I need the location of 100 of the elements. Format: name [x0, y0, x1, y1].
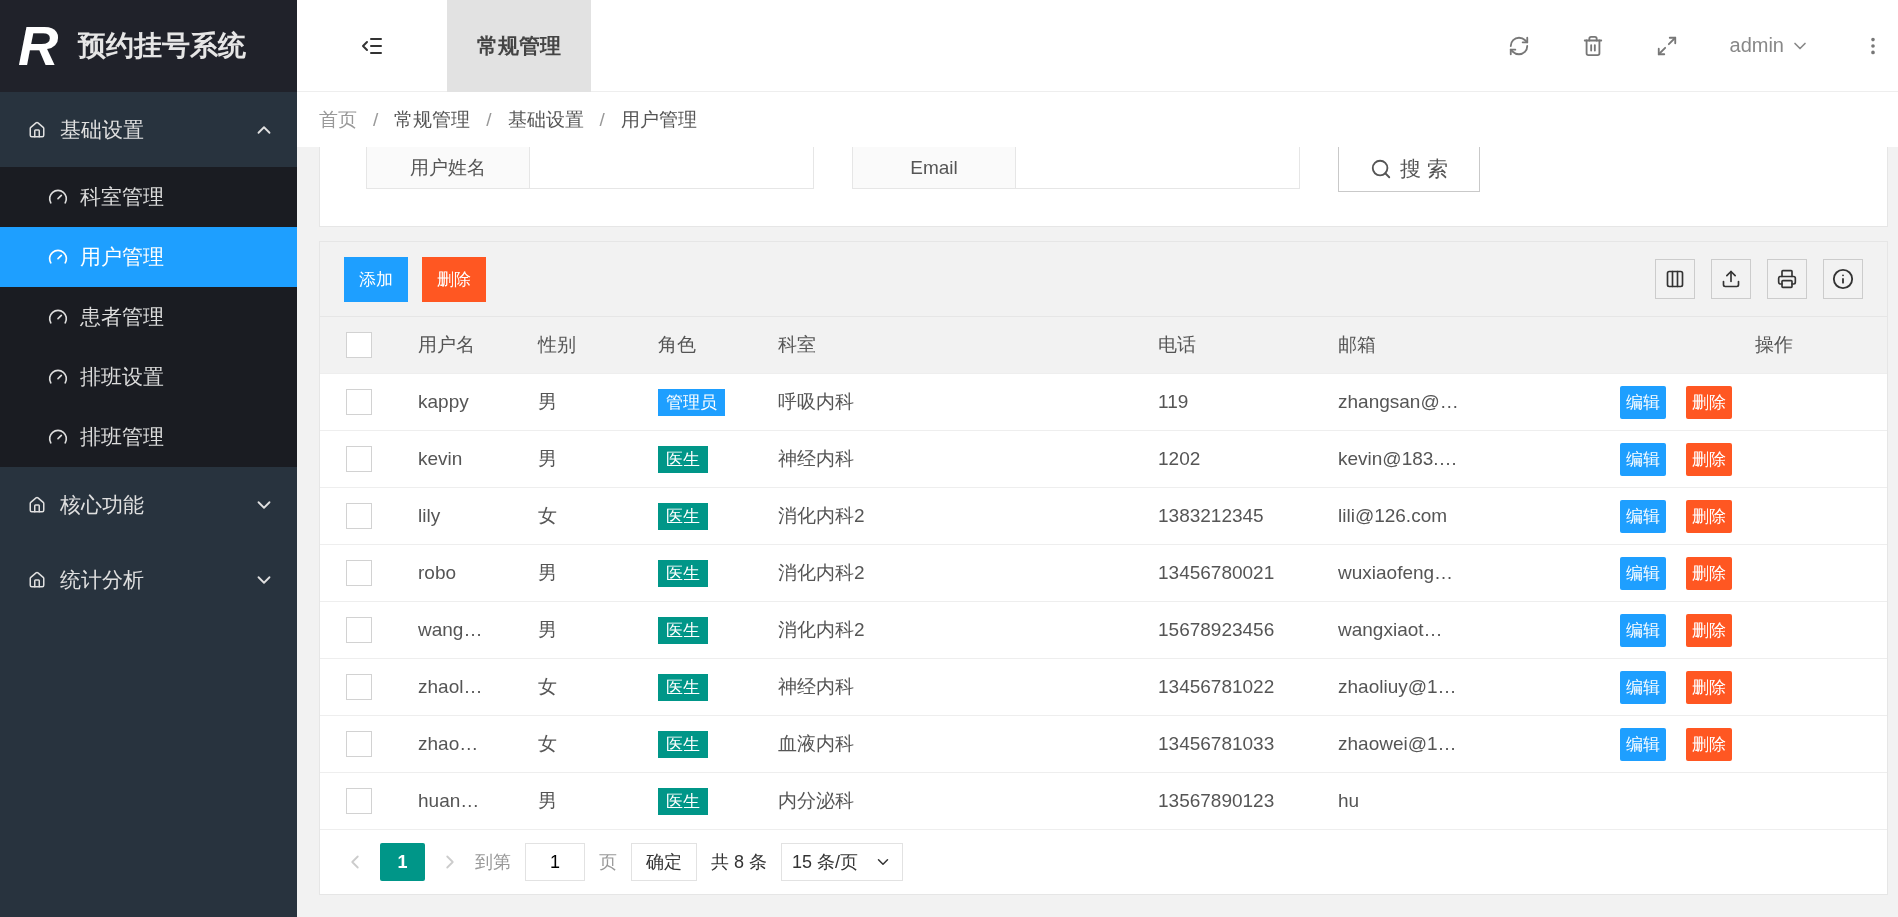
- page-input[interactable]: 1: [525, 843, 585, 881]
- column-header: 操作: [1753, 333, 1794, 357]
- input-field[interactable]: [1016, 147, 1300, 189]
- table-cell-text: zhaol…: [417, 676, 484, 698]
- table-cell-text: zhaoliuy@1…: [1337, 676, 1458, 698]
- fullscreen-icon[interactable]: [1655, 34, 1678, 57]
- table-cell-text: 男: [537, 390, 558, 414]
- menu-item[interactable]: 科室管理: [0, 167, 297, 227]
- table-cell-text: 1383212345: [1157, 505, 1265, 527]
- home-icon: [28, 495, 46, 514]
- breadcrumb-link[interactable]: 常规管理: [394, 106, 471, 133]
- column-header: 邮箱: [1337, 333, 1377, 357]
- menu-group-label: 统计分析: [60, 566, 145, 593]
- menu-group-label: 核心功能: [60, 491, 145, 518]
- table-cell-text: wang…: [417, 619, 484, 641]
- add-button[interactable]: 添加: [344, 256, 408, 302]
- edit-button[interactable]: 编辑: [1620, 499, 1666, 533]
- export-icon[interactable]: [1711, 259, 1751, 299]
- search-icon: [1370, 158, 1393, 180]
- menu-item[interactable]: 患者管理: [0, 287, 297, 347]
- edit-button[interactable]: 编辑: [1620, 613, 1666, 647]
- total-count: 共 8 条: [711, 851, 767, 874]
- checkbox[interactable]: [346, 446, 372, 472]
- delete-button[interactable]: 删除: [1686, 442, 1732, 476]
- table-cell-text: lily: [417, 505, 442, 527]
- table-cell-text: 男: [537, 618, 558, 642]
- checkbox[interactable]: [346, 503, 372, 529]
- page-unit: 页: [599, 851, 617, 874]
- menu-item[interactable]: 用户管理: [0, 227, 297, 287]
- table-cell-text: 119: [1157, 391, 1190, 413]
- delete-button[interactable]: 删除: [1686, 613, 1732, 647]
- table-cell-text: 男: [537, 447, 558, 471]
- delete-button[interactable]: 删除: [1686, 670, 1732, 704]
- edit-button[interactable]: 编辑: [1620, 385, 1666, 419]
- checkbox[interactable]: [346, 560, 372, 586]
- menu-group-label: 基础设置: [60, 116, 145, 143]
- table-cell-text: robo: [417, 562, 458, 584]
- checkbox[interactable]: [346, 389, 372, 415]
- role-tag: 医生: [658, 502, 708, 530]
- edit-button[interactable]: 编辑: [1620, 670, 1666, 704]
- breadcrumb-link[interactable]: 基础设置: [507, 106, 584, 133]
- table-cell-text: lili@126.com: [1337, 505, 1449, 527]
- field-label: 用户姓名: [366, 147, 530, 189]
- menu-group[interactable]: 核心功能: [0, 467, 297, 542]
- delete-button[interactable]: 删除: [1686, 499, 1732, 533]
- breadcrumb-separator: /: [599, 108, 605, 131]
- column-header: 科室: [777, 333, 817, 357]
- checkbox[interactable]: [346, 332, 372, 358]
- input-field[interactable]: [530, 147, 814, 189]
- trash-icon[interactable]: [1581, 34, 1604, 57]
- field-label: Email: [852, 147, 1016, 189]
- print-icon[interactable]: [1767, 259, 1807, 299]
- columns-icon[interactable]: [1655, 259, 1695, 299]
- nav-tab[interactable]: 常规管理: [447, 0, 591, 92]
- table-cell-text: 15678923456: [1157, 619, 1276, 641]
- menu-group[interactable]: 统计分析: [0, 542, 297, 617]
- table-cell-text: 女: [537, 732, 558, 756]
- breadcrumb-link[interactable]: 用户管理: [620, 106, 697, 133]
- confirm-button[interactable]: 确定: [631, 843, 697, 881]
- info-icon[interactable]: [1823, 259, 1863, 299]
- breadcrumb-link[interactable]: 首页: [319, 106, 357, 133]
- role-tag: 管理员: [658, 388, 725, 416]
- table-cell-text: 13456780021: [1157, 562, 1276, 584]
- page-size-select[interactable]: 15 条/页: [781, 843, 903, 881]
- search-button[interactable]: 搜 索: [1338, 147, 1480, 192]
- checkbox[interactable]: [346, 617, 372, 643]
- menu-item[interactable]: 排班管理: [0, 407, 297, 467]
- edit-button[interactable]: 编辑: [1620, 556, 1666, 590]
- table-cell-text: 神经内科: [777, 675, 855, 699]
- role-tag: 医生: [658, 616, 708, 644]
- goto-label: 到第: [475, 851, 511, 874]
- page-number[interactable]: 1: [380, 843, 425, 881]
- table-cell-text: 消化内科2: [777, 504, 866, 528]
- gauge-icon: [48, 427, 68, 447]
- table-cell-text: 消化内科2: [777, 561, 866, 585]
- delete-button[interactable]: 删除: [422, 256, 486, 302]
- user-menu[interactable]: admin: [1729, 34, 1810, 57]
- table-cell-text: 内分泌科: [777, 789, 855, 813]
- checkbox[interactable]: [346, 674, 372, 700]
- table-cell-text: hu: [1337, 790, 1361, 812]
- gauge-icon: [48, 307, 68, 327]
- table-cell-text: 血液内科: [777, 732, 855, 756]
- checkbox[interactable]: [346, 731, 372, 757]
- delete-button[interactable]: 删除: [1686, 727, 1732, 761]
- gauge-icon: [48, 247, 68, 267]
- refresh-icon[interactable]: [1507, 34, 1530, 57]
- table-cell-text: 女: [537, 504, 558, 528]
- role-tag: 医生: [658, 673, 708, 701]
- menu-item[interactable]: 排班设置: [0, 347, 297, 407]
- edit-button[interactable]: 编辑: [1620, 727, 1666, 761]
- delete-button[interactable]: 删除: [1686, 385, 1732, 419]
- edit-button[interactable]: 编辑: [1620, 442, 1666, 476]
- menu-group[interactable]: 基础设置: [0, 92, 297, 167]
- table-cell-text: kevin@183.…: [1337, 448, 1459, 470]
- table-cell-text: 13567890123: [1157, 790, 1276, 812]
- delete-button[interactable]: 删除: [1686, 556, 1732, 590]
- table-cell-text: zhao…: [417, 733, 480, 755]
- logo-mark: R: [18, 18, 59, 74]
- checkbox[interactable]: [346, 788, 372, 814]
- home-icon: [28, 120, 46, 139]
